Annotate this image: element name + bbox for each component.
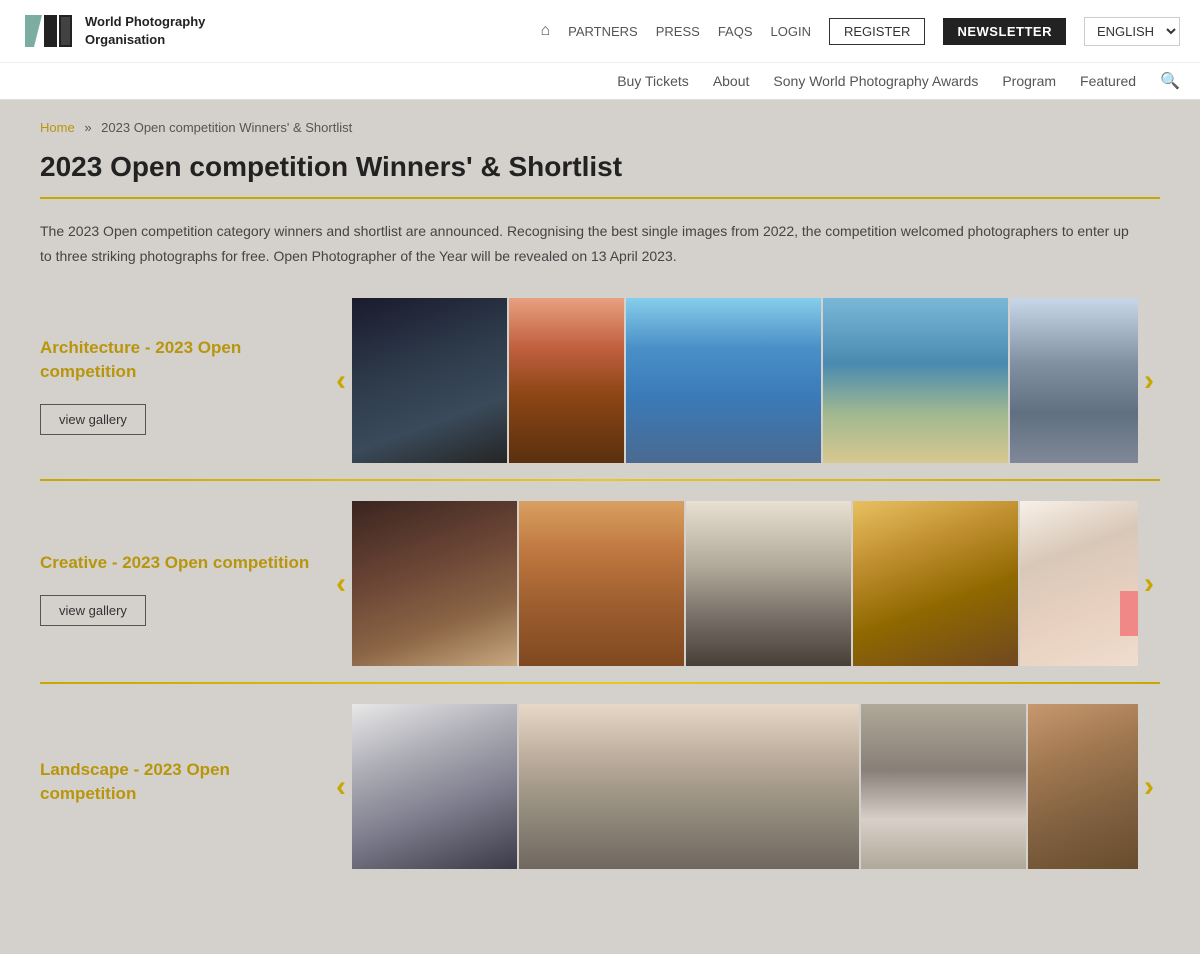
logo-icon	[20, 10, 75, 52]
gallery-next-landscape[interactable]: ›	[1138, 770, 1160, 804]
search-button[interactable]: 🔍	[1160, 71, 1180, 91]
gallery-next-creative[interactable]: ›	[1138, 567, 1160, 601]
cre-img-2	[519, 501, 684, 666]
gallery-images-architecture	[352, 298, 1138, 463]
cre-img-4	[853, 501, 1018, 666]
top-nav-press[interactable]: PRESS	[656, 24, 700, 39]
secondary-nav: Buy Tickets About Sony World Photography…	[0, 62, 1200, 99]
nav-about[interactable]: About	[713, 73, 750, 89]
gallery-left-architecture: Architecture - 2023 Open competition vie…	[40, 326, 330, 435]
register-button[interactable]: REGISTER	[829, 18, 925, 45]
top-nav-login[interactable]: LOGIN	[771, 24, 811, 39]
gallery-row-architecture: Architecture - 2023 Open competition vie…	[40, 298, 1160, 463]
top-nav: World Photography Organisation ⌂ PARTNER…	[0, 0, 1200, 100]
land-img-2	[519, 704, 859, 869]
cre-img-1	[352, 501, 517, 666]
breadcrumb-home[interactable]: Home	[40, 120, 75, 135]
arch-img-4	[823, 298, 1008, 463]
gallery-left-creative: Creative - 2023 Open competition view ga…	[40, 541, 330, 626]
top-nav-partners[interactable]: PARTNERS	[568, 24, 638, 39]
top-nav-links: ⌂ PARTNERS PRESS FAQS LOGIN REGISTER NEW…	[540, 17, 1180, 46]
nav-program[interactable]: Program	[1002, 73, 1056, 89]
breadcrumb-current: 2023 Open competition Winners' & Shortli…	[101, 120, 352, 135]
language-select[interactable]: ENGLISH	[1084, 17, 1180, 46]
gallery-section-landscape: Landscape - 2023 Open competition ‹ ›	[40, 704, 1160, 869]
nav-buy-tickets[interactable]: Buy Tickets	[617, 73, 689, 89]
gallery-row-creative: Creative - 2023 Open competition view ga…	[40, 501, 1160, 666]
divider-2	[40, 682, 1160, 684]
gallery-row-landscape: Landscape - 2023 Open competition ‹ ›	[40, 704, 1160, 869]
arch-img-3	[626, 298, 821, 463]
view-gallery-creative[interactable]: view gallery	[40, 595, 146, 626]
gallery-title-landscape: Landscape - 2023 Open competition	[40, 758, 310, 806]
land-img-1	[352, 704, 517, 869]
top-nav-faqs[interactable]: FAQS	[718, 24, 753, 39]
logo-area[interactable]: World Photography Organisation	[20, 10, 205, 52]
divider-1	[40, 479, 1160, 481]
gallery-prev-architecture[interactable]: ‹	[330, 364, 352, 398]
cre-img-5	[1020, 501, 1138, 666]
breadcrumb-separator: »	[84, 120, 91, 135]
gallery-prev-creative[interactable]: ‹	[330, 567, 352, 601]
gallery-prev-landscape[interactable]: ‹	[330, 770, 352, 804]
cre-img-3	[686, 501, 851, 666]
gallery-next-architecture[interactable]: ›	[1138, 364, 1160, 398]
page-description: The 2023 Open competition category winne…	[40, 219, 1140, 268]
arch-img-2	[509, 298, 624, 463]
breadcrumb: Home » 2023 Open competition Winners' & …	[40, 120, 1160, 135]
newsletter-button[interactable]: NEWSLETTER	[943, 18, 1066, 45]
main-content: Home » 2023 Open competition Winners' & …	[20, 100, 1180, 925]
logo-text: World Photography Organisation	[85, 13, 205, 49]
land-img-4	[1028, 704, 1138, 869]
arch-img-1	[352, 298, 507, 463]
gallery-section-architecture: Architecture - 2023 Open competition vie…	[40, 298, 1160, 463]
arch-img-5	[1010, 298, 1138, 463]
home-icon-link[interactable]: ⌂	[540, 22, 550, 40]
nav-featured[interactable]: Featured	[1080, 73, 1136, 89]
land-img-3	[861, 704, 1026, 869]
gallery-left-landscape: Landscape - 2023 Open competition	[40, 748, 330, 826]
gallery-title-architecture: Architecture - 2023 Open competition	[40, 336, 310, 384]
view-gallery-architecture[interactable]: view gallery	[40, 404, 146, 435]
gallery-images-creative	[352, 501, 1138, 666]
gallery-title-creative: Creative - 2023 Open competition	[40, 551, 310, 575]
gallery-images-landscape	[352, 704, 1138, 869]
nav-sony-awards[interactable]: Sony World Photography Awards	[773, 73, 978, 89]
gallery-section-creative: Creative - 2023 Open competition view ga…	[40, 501, 1160, 666]
page-title: 2023 Open competition Winners' & Shortli…	[40, 151, 1160, 199]
